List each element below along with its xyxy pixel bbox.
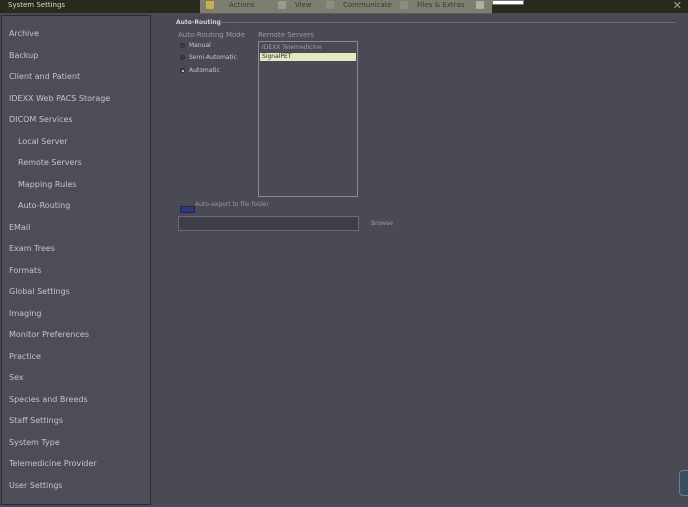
sidebar-item-remote-servers[interactable]: Remote Servers (18, 158, 82, 167)
sidebar-item-dicom-services[interactable]: DICOM Services (9, 115, 73, 124)
sidebar-item-exam-trees[interactable]: Exam Trees (9, 244, 55, 253)
radio-button[interactable] (180, 68, 185, 73)
sidebar-item-monitor-preferences[interactable]: Monitor Preferences (9, 330, 89, 339)
files-icon (400, 1, 408, 9)
mode-option-automatic[interactable]: Automatic (180, 67, 220, 74)
background-window (492, 0, 524, 5)
sidebar-item-formats[interactable]: Formats (9, 266, 41, 275)
sidebar-item-mapping-rules[interactable]: Mapping Rules (18, 180, 76, 189)
background-toolbar: Actions View Communicate Files & Extras (200, 0, 492, 14)
folder-path-input[interactable] (178, 216, 359, 231)
auto-export-label: Auto-export to file folder (195, 201, 269, 208)
sidebar-item-imaging[interactable]: Imaging (9, 309, 42, 318)
sidebar-item-sex[interactable]: Sex (9, 373, 24, 382)
sidebar-item-user-settings[interactable]: User Settings (9, 481, 63, 490)
lightning-icon (206, 1, 214, 9)
radio-label: Semi-Automatic (189, 54, 237, 61)
toolbar-item-extra[interactable] (476, 1, 484, 9)
browse-button[interactable]: Browse (366, 217, 398, 230)
toolbar-label: View (295, 1, 312, 9)
toolbar-item-view[interactable]: View (278, 1, 312, 9)
auto-export-checkbox[interactable] (180, 206, 195, 213)
remote-servers-list[interactable]: IDEXX Telemedicine SignalPET (258, 41, 358, 197)
radio-button[interactable] (180, 43, 185, 48)
sidebar-item-email[interactable]: EMail (9, 223, 30, 232)
settings-sidebar: Archive Backup Client and Patient IDEXX … (1, 15, 151, 505)
sidebar-item-archive[interactable]: Archive (9, 29, 39, 38)
toolbar-label: Files & Extras (417, 1, 465, 9)
mode-option-semi-automatic[interactable]: Semi-Automatic (180, 54, 237, 61)
toolbar-item-actions[interactable]: Actions (206, 1, 255, 9)
sidebar-item-staff-settings[interactable]: Staff Settings (9, 416, 63, 425)
close-icon[interactable]: ✕ (673, 0, 682, 12)
auto-routing-panel: Auto-Routing Auto-Routing Mode Remote Se… (154, 15, 688, 507)
mode-label: Auto-Routing Mode (178, 31, 246, 39)
sidebar-item-auto-routing[interactable]: Auto-Routing (18, 201, 70, 210)
sidebar-item-local-server[interactable]: Local Server (18, 137, 68, 146)
sidebar-item-client-and-patient[interactable]: Client and Patient (9, 72, 80, 81)
communicate-icon (326, 1, 334, 9)
window-title: System Settings (8, 1, 66, 9)
sidebar-item-telemedicine-provider[interactable]: Telemedicine Provider (9, 459, 97, 468)
list-item[interactable]: IDEXX Telemedicine (260, 44, 356, 52)
sidebar-item-global-settings[interactable]: Global Settings (9, 287, 70, 296)
radio-label: Automatic (189, 67, 220, 74)
view-icon (278, 1, 286, 9)
toolbar-label: Communicate (343, 1, 392, 9)
section-title: Auto-Routing (176, 19, 221, 26)
toolbar-item-files-extras[interactable]: Files & Extras (400, 1, 464, 9)
sidebar-item-idexx-web-pacs-storage[interactable]: IDEXX Web PACS Storage (9, 94, 110, 103)
window-icon (476, 1, 484, 9)
radio-button[interactable] (180, 55, 185, 60)
sidebar-item-practice[interactable]: Practice (9, 352, 41, 361)
radio-label: Manual (189, 42, 211, 49)
sidebar-item-species-and-breeds[interactable]: Species and Breeds (9, 395, 88, 404)
toolbar-label: Actions (229, 1, 255, 9)
sidebar-item-system-type[interactable]: System Type (9, 438, 60, 447)
servers-label: Remote Servers (258, 31, 314, 39)
sidebar-item-backup[interactable]: Backup (9, 51, 38, 60)
toolbar-item-communicate[interactable]: Communicate (326, 1, 392, 9)
list-item[interactable]: SignalPET (260, 53, 356, 61)
section-divider (220, 22, 676, 23)
mode-option-manual[interactable]: Manual (180, 42, 211, 49)
